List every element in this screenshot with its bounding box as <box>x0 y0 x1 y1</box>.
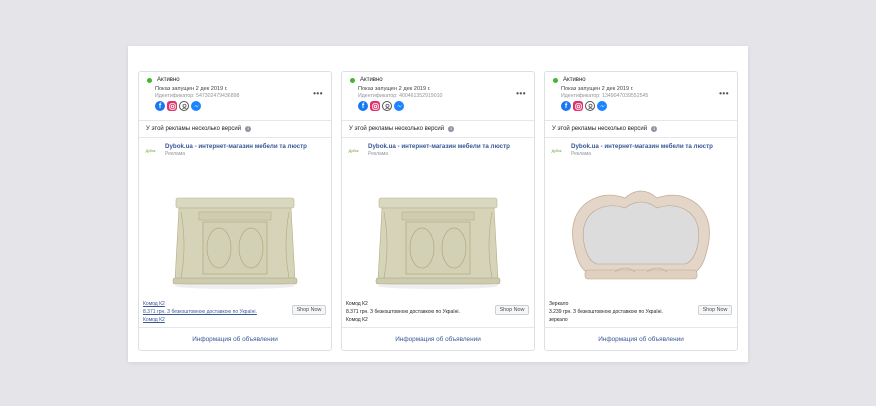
more-options-icon[interactable]: ••• <box>719 89 729 98</box>
versions-text: У этой рекламы несколько версий <box>146 126 242 132</box>
product-title[interactable]: Комод К2 <box>143 300 293 308</box>
ad-card-header: Активно Показ запущен 2 дек 2019 г. Иден… <box>342 72 534 121</box>
product-title[interactable]: Зеркало <box>549 300 699 308</box>
platform-icons: f <box>358 101 526 111</box>
ad-image-dresser[interactable] <box>342 160 534 300</box>
ad-id: Идентификатор: 400461352919010 <box>358 93 443 99</box>
ad-status: Активно <box>350 75 526 85</box>
ad-status-label: Активно <box>563 77 586 83</box>
active-status-icon <box>147 77 152 83</box>
shop-now-button[interactable]: Shop Now <box>698 305 732 315</box>
versions-text: У этой рекламы несколько версий <box>552 126 648 132</box>
active-status-icon <box>553 77 558 83</box>
audience-network-icon <box>585 101 595 111</box>
facebook-icon: f <box>561 101 571 111</box>
info-icon[interactable]: i <box>448 126 455 132</box>
advertiser-header: Дубок Dybok.ua - интернет-магазин мебели… <box>545 138 737 160</box>
info-icon[interactable]: i <box>245 126 252 132</box>
advertiser-header: Дубок Dybok.ua - интернет-магазин мебели… <box>342 138 534 160</box>
ad-status: Активно <box>553 75 729 85</box>
messenger-icon <box>394 101 404 111</box>
logo-text: Дубок <box>551 148 562 153</box>
facebook-icon: f <box>358 101 368 111</box>
advertiser-logo[interactable]: Дубок <box>550 144 563 157</box>
product-caption[interactable]: Комод К2 <box>346 316 496 324</box>
logo-text: Дубок <box>348 148 359 153</box>
more-options-icon[interactable]: ••• <box>313 89 323 98</box>
ad-id: Идентификатор: 547302479436898 <box>155 93 240 99</box>
ad-image-dresser[interactable] <box>139 160 331 300</box>
sponsored-label: Реклама <box>368 151 389 157</box>
launch-date: Показ запущен 2 дек 2019 г. <box>358 86 431 92</box>
shop-now-button[interactable]: Shop Now <box>495 305 529 315</box>
shop-now-button[interactable]: Shop Now <box>292 305 326 315</box>
product-description[interactable]: 3.239 грн. З безкоштовною доставкою по У… <box>549 308 699 316</box>
sponsored-label: Реклама <box>571 151 592 157</box>
versions-note: У этой рекламы несколько версий i <box>342 121 534 138</box>
ad-cards-row: Активно Показ запущен 2 дек 2019 г. Иден… <box>138 71 738 351</box>
messenger-icon <box>191 101 201 111</box>
versions-note: У этой рекламы несколько версий i <box>139 121 331 138</box>
advertiser-header: Дубок Dybok.ua - интернет-магазин мебели… <box>139 138 331 160</box>
versions-note: У этой рекламы несколько версий i <box>545 121 737 138</box>
facebook-icon: f <box>155 101 165 111</box>
ad-status: Активно <box>147 75 323 85</box>
ad-card-header: Активно Показ запущен 2 дек 2019 г. Иден… <box>139 72 331 121</box>
instagram-icon <box>370 101 380 111</box>
advertiser-name[interactable]: Dybok.ua - интернет-магазин мебели та лю… <box>368 143 510 150</box>
ad-status-label: Активно <box>157 77 180 83</box>
ad-card: Активно Показ запущен 2 дек 2019 г. Иден… <box>544 71 738 351</box>
ad-details-link[interactable]: Информация об объявлении <box>342 327 534 350</box>
platform-icons: f <box>561 101 729 111</box>
product-description[interactable]: 8.371 грн. З безкоштовною доставкою по У… <box>346 308 496 316</box>
product-title[interactable]: Комод К2 <box>346 300 496 308</box>
active-status-icon <box>350 77 355 83</box>
sponsored-label: Реклама <box>165 151 186 157</box>
ad-card: Активно Показ запущен 2 дек 2019 г. Иден… <box>138 71 332 351</box>
instagram-icon <box>573 101 583 111</box>
ad-details-link[interactable]: Информация об объявлении <box>139 327 331 350</box>
advertiser-name[interactable]: Dybok.ua - интернет-магазин мебели та лю… <box>165 143 307 150</box>
messenger-icon <box>597 101 607 111</box>
info-icon[interactable]: i <box>651 126 658 132</box>
advertiser-logo[interactable]: Дубок <box>144 144 157 157</box>
product-caption[interactable]: Комод К2 <box>143 316 293 324</box>
advertiser-name[interactable]: Dybok.ua - интернет-магазин мебели та лю… <box>571 143 713 150</box>
ad-details-link[interactable]: Информация об объявлении <box>545 327 737 350</box>
instagram-icon <box>167 101 177 111</box>
ad-card-header: Активно Показ запущен 2 дек 2019 г. Иден… <box>545 72 737 121</box>
ad-status-label: Активно <box>360 77 383 83</box>
logo-text: Дубок <box>145 148 156 153</box>
platform-icons: f <box>155 101 323 111</box>
versions-text: У этой рекламы несколько версий <box>349 126 445 132</box>
ad-id: Идентификатор: 1349047039552545 <box>561 93 649 99</box>
audience-network-icon <box>179 101 189 111</box>
launch-date: Показ запущен 2 дек 2019 г. <box>155 86 228 92</box>
ad-card: Активно Показ запущен 2 дек 2019 г. Иден… <box>341 71 535 351</box>
advertiser-logo[interactable]: Дубок <box>347 144 360 157</box>
more-options-icon[interactable]: ••• <box>516 89 526 98</box>
audience-network-icon <box>382 101 392 111</box>
product-caption[interactable]: зеркало <box>549 316 699 324</box>
ad-image-mirror[interactable] <box>545 160 737 300</box>
ad-library-panel: Активно Показ запущен 2 дек 2019 г. Иден… <box>128 46 748 362</box>
product-description[interactable]: 8.371 грн. З безкоштовною доставкою по У… <box>143 308 293 316</box>
launch-date: Показ запущен 2 дек 2019 г. <box>561 86 634 92</box>
